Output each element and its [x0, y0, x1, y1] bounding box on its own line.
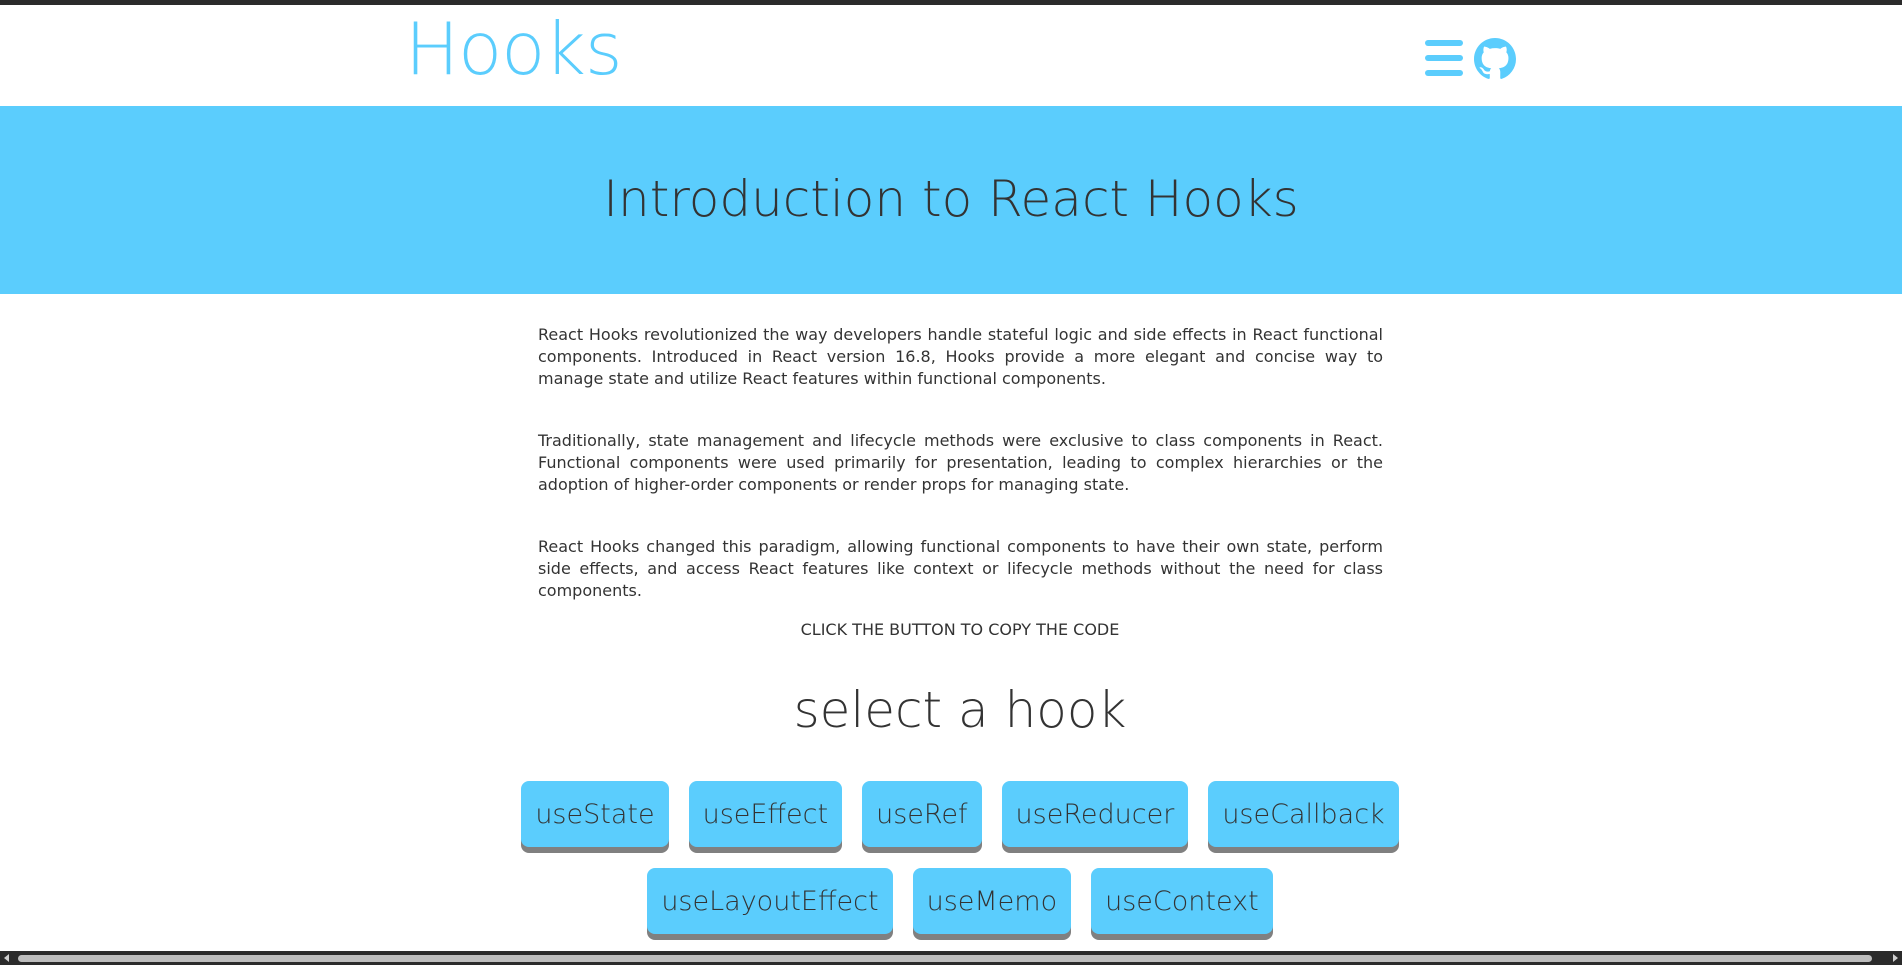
menu-bar	[1425, 70, 1463, 76]
hook-button-row: useLayoutEffect useMemo useContext	[0, 868, 1902, 934]
scroll-right-arrow-icon[interactable]	[1893, 954, 1898, 962]
github-logo-svg	[1474, 38, 1516, 79]
hook-button-useeffect[interactable]: useEffect	[688, 781, 843, 847]
github-icon[interactable]	[1474, 38, 1516, 80]
hero-banner: Introduction to React Hooks	[0, 106, 1902, 294]
menu-bar	[1425, 40, 1463, 46]
copy-instruction-text: CLICK THE BUTTON TO COPY THE CODE	[800, 620, 1120, 639]
hook-button-row: useState useEffect useRef useReducer use…	[0, 781, 1902, 847]
hook-button-usecallback[interactable]: useCallback	[1208, 781, 1399, 847]
hook-button-usememo[interactable]: useMemo	[912, 868, 1072, 934]
intro-paragraph: React Hooks revolutionized the way devel…	[538, 325, 1383, 388]
hook-button-usereducer[interactable]: useReducer	[1001, 781, 1189, 847]
intro-content: React Hooks revolutionized the way devel…	[538, 324, 1383, 642]
scrollbar-thumb[interactable]	[18, 955, 1872, 962]
hook-button-uselayouteffect[interactable]: useLayoutEffect	[647, 868, 893, 934]
site-header: Hooks	[0, 5, 1902, 106]
page-title: Introduction to React Hooks	[603, 170, 1299, 228]
hook-button-usecontext[interactable]: useContext	[1091, 868, 1273, 934]
horizontal-scrollbar[interactable]	[0, 951, 1902, 965]
intro-paragraph: Traditionally, state management and life…	[538, 431, 1383, 494]
scroll-left-arrow-icon[interactable]	[4, 954, 9, 962]
intro-paragraph: React Hooks changed this paradigm, allow…	[538, 537, 1383, 600]
hook-button-useref[interactable]: useRef	[862, 781, 982, 847]
hamburger-menu-icon[interactable]	[1425, 40, 1463, 76]
menu-bar	[1425, 55, 1463, 61]
hook-button-usestate[interactable]: useState	[521, 781, 669, 847]
site-logo[interactable]: Hooks	[405, 13, 622, 85]
select-hook-heading: select a hook	[793, 681, 1127, 739]
